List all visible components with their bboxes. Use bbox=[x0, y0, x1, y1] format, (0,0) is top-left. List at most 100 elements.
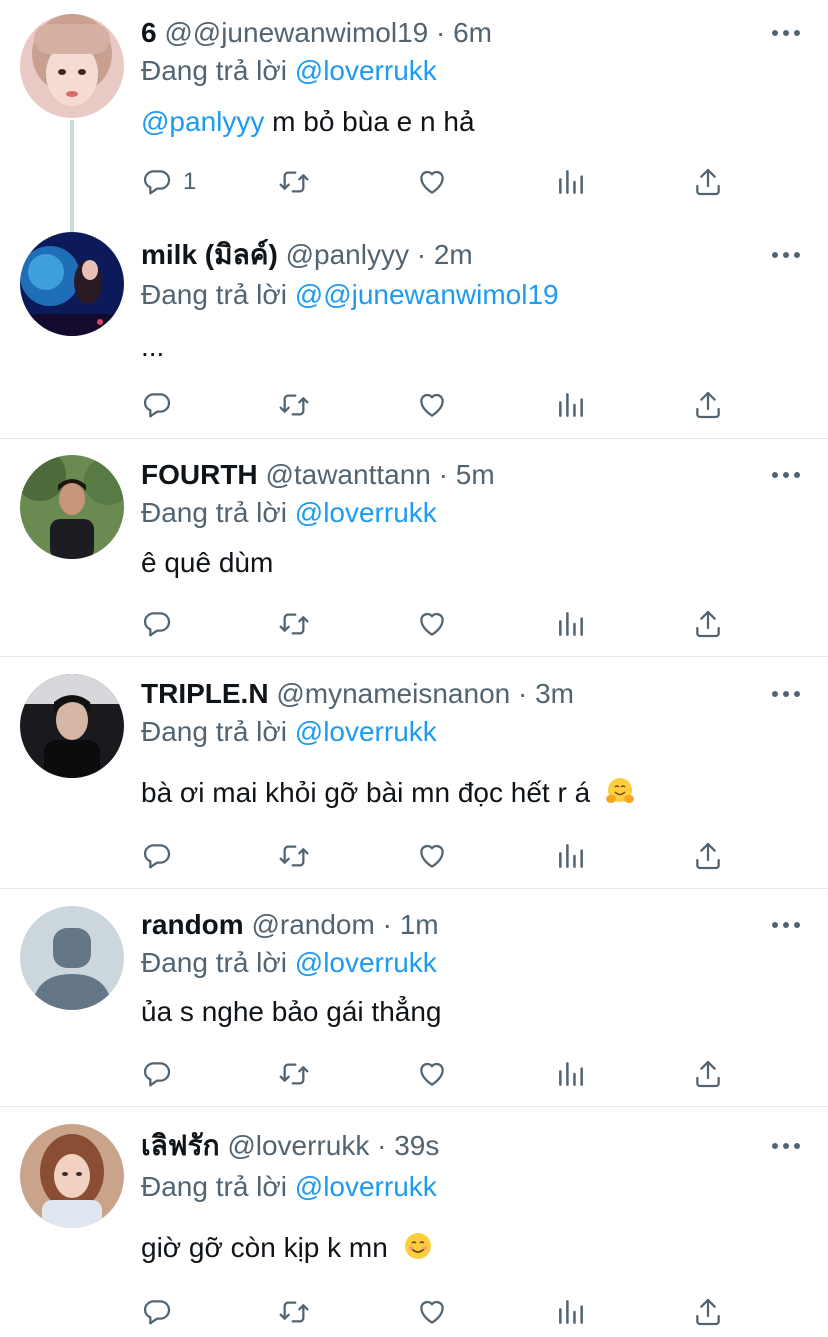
more-options-icon[interactable] bbox=[772, 920, 800, 930]
avatar[interactable] bbox=[20, 1124, 124, 1228]
timestamp[interactable]: 3m bbox=[535, 678, 574, 709]
avatar[interactable] bbox=[20, 232, 124, 336]
timestamp[interactable]: 39s bbox=[394, 1130, 439, 1161]
timestamp[interactable]: 5m bbox=[456, 459, 495, 490]
tweet-text: giờ gỡ còn kịp k mn bbox=[141, 1230, 434, 1265]
tweet-4[interactable]: random @random · 1m Đang trả lời @loverr… bbox=[0, 889, 828, 1106]
retweet-icon bbox=[278, 1296, 310, 1328]
avatar[interactable] bbox=[20, 674, 124, 778]
timestamp[interactable]: 2m bbox=[434, 239, 473, 270]
share-button[interactable] bbox=[692, 388, 724, 422]
retweet-button[interactable] bbox=[278, 1295, 310, 1329]
reply-to-link[interactable]: @@junewanwimol19 bbox=[295, 279, 559, 310]
analytics-icon bbox=[555, 166, 587, 198]
reply-to-link[interactable]: @loverrukk bbox=[295, 947, 437, 978]
analytics-button[interactable] bbox=[555, 1295, 587, 1329]
user-handle[interactable]: @tawanttann bbox=[265, 459, 430, 490]
display-name[interactable]: random bbox=[141, 909, 244, 940]
like-button[interactable] bbox=[416, 1057, 448, 1091]
like-button[interactable] bbox=[416, 388, 448, 422]
analytics-icon bbox=[555, 389, 587, 421]
display-name[interactable]: 6 bbox=[141, 17, 157, 48]
analytics-button[interactable] bbox=[555, 1057, 587, 1091]
share-icon bbox=[692, 1296, 724, 1328]
reply-button[interactable]: 1 bbox=[141, 165, 196, 199]
more-options-icon[interactable] bbox=[772, 689, 800, 699]
tweet-text: @panlyyy m bỏ bùa e n hả bbox=[141, 105, 475, 139]
display-name[interactable]: FOURTH bbox=[141, 459, 258, 490]
tweet-1[interactable]: milk (มิลค์) @panlyyy · 2m Đang trả lời … bbox=[0, 218, 828, 438]
reply-to-link[interactable]: @loverrukk bbox=[295, 1171, 437, 1202]
retweet-button[interactable] bbox=[278, 607, 310, 641]
hugging-face-emoji bbox=[605, 778, 634, 803]
user-handle[interactable]: @mynameisnanon bbox=[276, 678, 510, 709]
reply-button[interactable] bbox=[141, 607, 173, 641]
display-name[interactable]: milk (มิลค์) bbox=[141, 239, 278, 270]
tweet-header: FOURTH @tawanttann · 5m bbox=[141, 458, 495, 492]
user-handle[interactable]: @@junewanwimol19 bbox=[164, 17, 428, 48]
like-button[interactable] bbox=[416, 1295, 448, 1329]
avatar[interactable] bbox=[20, 14, 124, 118]
analytics-icon bbox=[555, 1058, 587, 1090]
user-handle[interactable]: @panlyyy bbox=[286, 239, 409, 270]
reply-button[interactable] bbox=[141, 1295, 173, 1329]
retweet-icon bbox=[278, 1058, 310, 1090]
share-button[interactable] bbox=[692, 839, 724, 873]
like-button[interactable] bbox=[416, 165, 448, 199]
retweet-button[interactable] bbox=[278, 839, 310, 873]
timestamp[interactable]: 1m bbox=[400, 909, 439, 940]
tweet-0[interactable]: 6 @@junewanwimol19 · 6m Đang trả lời @lo… bbox=[0, 0, 828, 232]
user-handle[interactable]: @random bbox=[251, 909, 374, 940]
analytics-button[interactable] bbox=[555, 388, 587, 422]
tweet-body: giờ gỡ còn kịp k mn bbox=[141, 1232, 388, 1263]
share-button[interactable] bbox=[692, 1295, 724, 1329]
reply-to-link[interactable]: @loverrukk bbox=[295, 716, 437, 747]
heart-icon bbox=[416, 840, 448, 872]
like-button[interactable] bbox=[416, 839, 448, 873]
display-name[interactable]: TRIPLE.N bbox=[141, 678, 269, 709]
heart-icon bbox=[416, 608, 448, 640]
avatar[interactable] bbox=[20, 455, 124, 559]
retweet-button[interactable] bbox=[278, 388, 310, 422]
tweet-5[interactable]: เลิฟรัก @loverrukk · 39s Đang trả lời @l… bbox=[0, 1107, 828, 1337]
more-options-icon[interactable] bbox=[772, 28, 800, 38]
reply-button[interactable] bbox=[141, 839, 173, 873]
more-options-icon[interactable] bbox=[772, 470, 800, 480]
user-handle[interactable]: @loverrukk bbox=[227, 1130, 369, 1161]
analytics-icon bbox=[555, 840, 587, 872]
share-button[interactable] bbox=[692, 1057, 724, 1091]
mention-link[interactable]: @panlyyy bbox=[141, 106, 264, 137]
reply-to-link[interactable]: @loverrukk bbox=[295, 55, 437, 86]
analytics-button[interactable] bbox=[555, 165, 587, 199]
share-button[interactable] bbox=[692, 165, 724, 199]
more-options-icon[interactable] bbox=[772, 1141, 800, 1151]
more-options-icon[interactable] bbox=[772, 250, 800, 260]
retweet-button[interactable] bbox=[278, 1057, 310, 1091]
share-button[interactable] bbox=[692, 607, 724, 641]
retweet-button[interactable] bbox=[278, 165, 310, 199]
like-button[interactable] bbox=[416, 607, 448, 641]
replying-to: Đang trả lời @loverrukk bbox=[141, 496, 437, 530]
replying-to: Đang trả lời @@junewanwimol19 bbox=[141, 278, 559, 312]
timestamp[interactable]: 6m bbox=[453, 17, 492, 48]
display-name[interactable]: เลิฟรัก bbox=[141, 1130, 220, 1161]
replying-to-label: Đang trả lời bbox=[141, 1171, 287, 1202]
analytics-button[interactable] bbox=[555, 839, 587, 873]
tweet-header: milk (มิลค์) @panlyyy · 2m bbox=[141, 238, 473, 272]
analytics-button[interactable] bbox=[555, 607, 587, 641]
tweet-2[interactable]: FOURTH @tawanttann · 5m Đang trả lời @lo… bbox=[0, 439, 828, 657]
reply-button[interactable] bbox=[141, 388, 173, 422]
default-avatar[interactable] bbox=[20, 906, 124, 1010]
tweet-3[interactable]: TRIPLE.N @mynameisnanon · 3m Đang trả lờ… bbox=[0, 657, 828, 888]
retweet-icon bbox=[278, 166, 310, 198]
reply-icon bbox=[141, 1058, 173, 1090]
replying-to: Đang trả lời @loverrukk bbox=[141, 54, 437, 88]
reply-button[interactable] bbox=[141, 1057, 173, 1091]
separator-dot: · bbox=[438, 459, 448, 490]
reply-icon bbox=[141, 389, 173, 421]
reply-icon bbox=[141, 608, 173, 640]
reply-to-link[interactable]: @loverrukk bbox=[295, 497, 437, 528]
replying-to: Đang trả lời @loverrukk bbox=[141, 715, 437, 749]
heart-icon bbox=[416, 389, 448, 421]
reply-icon bbox=[141, 166, 173, 198]
